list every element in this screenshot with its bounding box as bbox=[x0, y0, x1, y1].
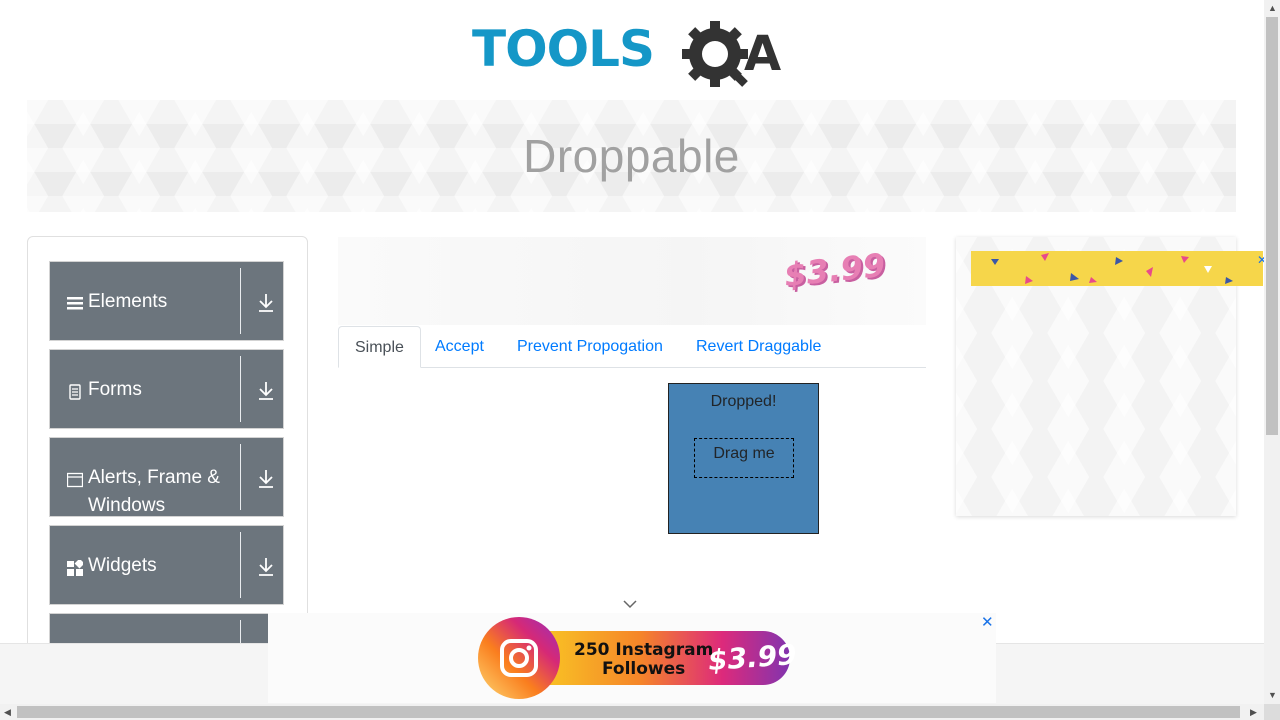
ad-price: $3.99 bbox=[782, 245, 887, 295]
sidebar-group-alerts-frame-windows[interactable]: Alerts, Frame & Windows bbox=[49, 437, 284, 517]
sidebar-group-label: Alerts, Frame & bbox=[88, 467, 220, 488]
droppable-text: Dropped! bbox=[710, 393, 777, 410]
scroll-right-icon[interactable]: ▶ bbox=[1250, 707, 1257, 718]
vertical-scroll-thumb[interactable] bbox=[1266, 17, 1278, 435]
instagram-icon bbox=[478, 617, 560, 699]
ad-banner-right[interactable]: ✕ bbox=[956, 237, 1267, 516]
tab-simple[interactable]: Simple bbox=[338, 326, 421, 368]
grid-icon bbox=[67, 560, 83, 576]
ad-text: 250 Instagram Followes bbox=[574, 641, 713, 679]
tab-revert-draggable[interactable]: Revert Draggable bbox=[680, 326, 837, 368]
list-icon bbox=[67, 297, 83, 310]
scroll-left-icon[interactable]: ◀ bbox=[4, 707, 11, 718]
divider bbox=[240, 444, 241, 510]
ad-confetti-strip bbox=[971, 251, 1263, 286]
tab-prevent-propogation[interactable]: Prevent Propogation bbox=[501, 326, 679, 368]
horizontal-scroll-thumb[interactable] bbox=[17, 706, 1240, 718]
sidebar-group-label: Widgets bbox=[88, 555, 157, 576]
download-arrow-icon[interactable] bbox=[257, 557, 275, 577]
ad-banner-top[interactable]: $3.99 bbox=[338, 237, 926, 325]
ad-text-line1: 250 Instagram bbox=[574, 640, 714, 660]
download-arrow-icon[interactable] bbox=[257, 469, 275, 489]
divider bbox=[240, 532, 241, 598]
sidebar-group-forms[interactable]: Forms bbox=[49, 349, 284, 429]
scroll-down-icon[interactable]: ▼ bbox=[1268, 690, 1277, 700]
sidebar-group-label: Forms bbox=[88, 379, 142, 400]
draggable-box[interactable]: Drag me bbox=[694, 438, 794, 478]
scrollbar-corner bbox=[1264, 704, 1280, 720]
divider bbox=[240, 268, 241, 334]
download-arrow-icon[interactable] bbox=[257, 293, 275, 313]
chevron-down-icon[interactable] bbox=[622, 598, 638, 610]
tab-accept[interactable]: Accept bbox=[419, 326, 500, 368]
vertical-scrollbar[interactable]: ▲ ▼ bbox=[1264, 0, 1280, 704]
ad-price: $3.99 bbox=[706, 637, 798, 678]
sidebar-group-elements[interactable]: Elements bbox=[49, 261, 284, 341]
sidebar: Elements Forms Alerts, Frame & Windows W… bbox=[27, 236, 308, 656]
download-arrow-icon[interactable] bbox=[257, 381, 275, 401]
droppable-target[interactable]: Dropped! Drag me bbox=[668, 383, 819, 534]
scroll-up-icon[interactable]: ▲ bbox=[1268, 3, 1277, 13]
document-icon bbox=[69, 384, 81, 400]
tab-list: Simple Accept Prevent Propogation Revert… bbox=[338, 326, 926, 368]
toolsqa-logo[interactable]: TOOLS A bbox=[470, 14, 800, 92]
gear-icon bbox=[682, 21, 748, 87]
page-banner: Droppable bbox=[27, 100, 1236, 212]
sidebar-group-widgets[interactable]: Widgets bbox=[49, 525, 284, 605]
window-icon bbox=[67, 472, 83, 488]
sidebar-group-label-line2: Windows bbox=[88, 495, 166, 516]
page-title: Droppable bbox=[523, 130, 740, 182]
sidebar-group-label: Elements bbox=[88, 291, 168, 312]
ad-text-line2: Followes bbox=[602, 659, 686, 679]
horizontal-scrollbar[interactable]: ◀ ▶ bbox=[0, 704, 1264, 720]
ad-banner-bottom[interactable]: 250 Instagram Followes $3.99 ✕ bbox=[268, 613, 996, 703]
confetti-graphic bbox=[991, 253, 1233, 284]
ad-close-icon[interactable]: ✕ bbox=[981, 613, 994, 631]
logo-text-tools: TOOLS bbox=[472, 20, 654, 78]
logo-text-a: A bbox=[744, 26, 781, 82]
divider bbox=[240, 356, 241, 422]
